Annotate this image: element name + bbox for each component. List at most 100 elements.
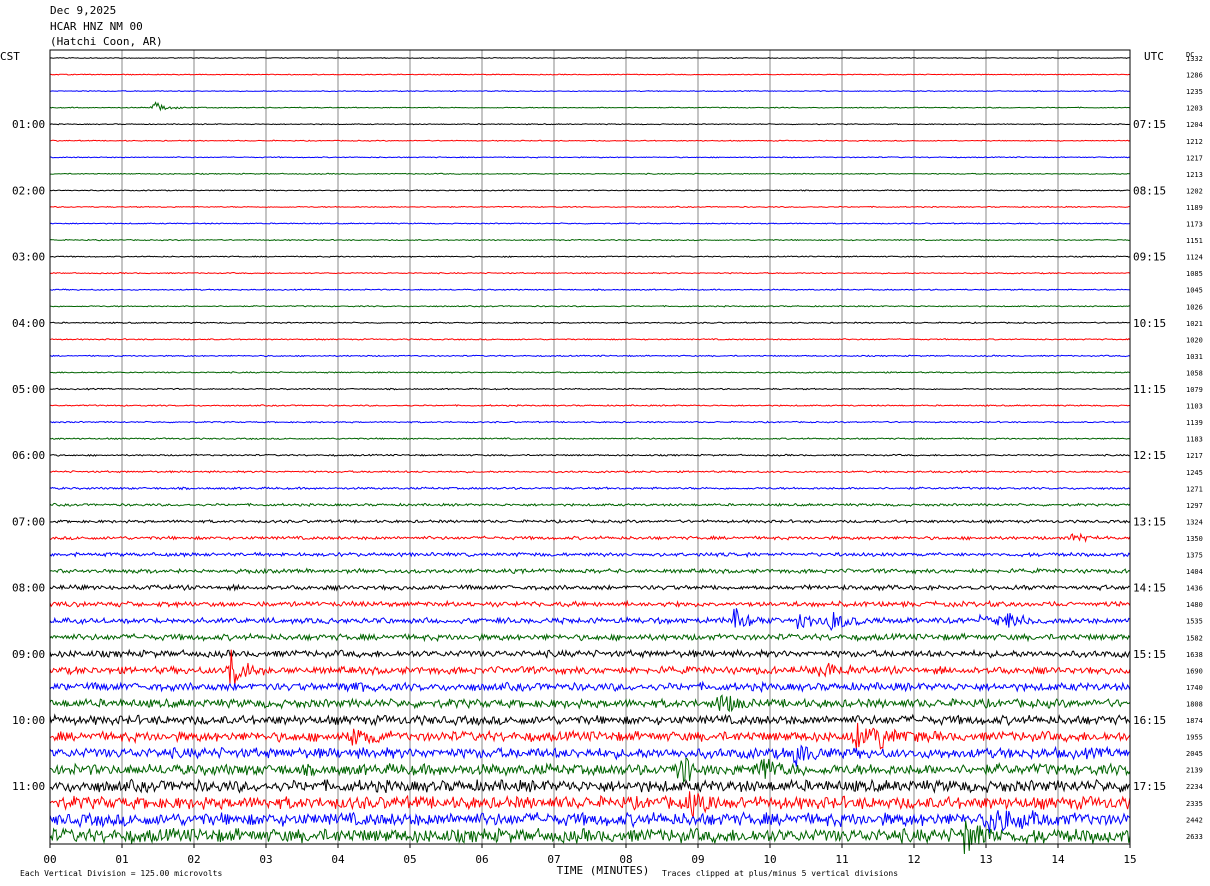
dc-value: 1103 <box>1186 403 1203 411</box>
utc-label: UTC <box>1144 50 1164 63</box>
dc-value: 2234 <box>1186 783 1203 791</box>
trace-row <box>49 502 1131 508</box>
x-tick-label: 05 <box>403 853 416 866</box>
cst-hour-label: 05:00 <box>12 383 45 396</box>
trace-row <box>49 757 1131 784</box>
trace-row <box>49 189 1131 192</box>
dc-value: 1808 <box>1186 700 1203 708</box>
trace-row <box>49 90 1131 93</box>
trace-row <box>49 139 1131 142</box>
trace-row <box>49 123 1131 126</box>
dc-value: 1058 <box>1186 369 1203 377</box>
x-tick-label: 01 <box>115 853 128 866</box>
dc-value: 1535 <box>1186 618 1203 626</box>
dc-value: 1085 <box>1186 270 1203 278</box>
trace-row <box>49 469 1131 474</box>
trace-row <box>49 304 1131 308</box>
x-axis-label: TIME (MINUTES) <box>557 864 650 877</box>
cst-hour-label: 01:00 <box>12 118 45 131</box>
dc-value: 1690 <box>1186 667 1203 675</box>
x-tick-label: 12 <box>907 853 920 866</box>
dc-value: 1638 <box>1186 651 1203 659</box>
trace-row <box>49 404 1130 407</box>
dc-value: 1245 <box>1186 469 1203 477</box>
dc-value: 1271 <box>1186 485 1203 493</box>
trace-row <box>49 238 1131 242</box>
utc-hour-label: 17:15 <box>1133 780 1166 793</box>
dc-value: 1202 <box>1186 187 1203 195</box>
dc-value: 1020 <box>1186 336 1203 344</box>
utc-hour-label: 14:15 <box>1133 582 1166 595</box>
cst-hour-label: 02:00 <box>12 184 45 197</box>
x-tick-label: 15 <box>1123 853 1136 866</box>
trace-row <box>49 354 1131 358</box>
trace-row <box>49 387 1131 391</box>
x-tick-label: 11 <box>835 853 848 866</box>
dc-value: 1079 <box>1186 386 1203 394</box>
utc-hour-label: 08:15 <box>1133 184 1166 197</box>
trace-row <box>49 156 1131 159</box>
x-tick-label: 10 <box>763 853 776 866</box>
footer-clip-note: Traces clipped at plus/minus 5 vertical … <box>662 869 898 878</box>
footer-scale-note: Each Vertical Division = 125.00 microvol… <box>20 869 222 878</box>
trace-row <box>49 599 1131 609</box>
dc-value: 1332 <box>1186 55 1203 63</box>
dc-value: 1404 <box>1186 568 1203 576</box>
cst-hour-label: 11:00 <box>12 780 45 793</box>
dc-value: 1045 <box>1186 287 1203 295</box>
dc-value: 1212 <box>1186 138 1203 146</box>
dc-value: 1021 <box>1186 320 1203 328</box>
helicorder-plot: CST UTC DC01:00 07:1502:00 08:1503:00 09:1504… <box>0 49 1203 878</box>
trace-row <box>49 713 1131 727</box>
trace-row <box>49 791 1131 818</box>
dc-value: 1297 <box>1186 502 1203 510</box>
trace-row <box>49 583 1131 592</box>
seismic-traces <box>49 56 1131 855</box>
utc-hour-label: 16:15 <box>1133 714 1166 727</box>
utc-hour-label: 07:15 <box>1133 118 1166 131</box>
x-tick-label: 14 <box>1051 853 1065 866</box>
cst-hour-label: 09:00 <box>12 648 45 661</box>
cst-hour-label: 06:00 <box>12 449 45 462</box>
utc-hour-label: 10:15 <box>1133 317 1166 330</box>
trace-row <box>49 632 1131 643</box>
utc-hour-label: 15:15 <box>1133 648 1166 661</box>
x-tick-label: 13 <box>979 853 992 866</box>
dc-value: 1582 <box>1186 634 1203 642</box>
dc-value: 2045 <box>1186 750 1203 758</box>
cst-hour-label: 10:00 <box>12 714 45 727</box>
trace-row <box>49 820 1131 855</box>
trace-row <box>49 255 1131 258</box>
x-tick-label: 02 <box>187 853 200 866</box>
dc-value: 1235 <box>1186 88 1203 96</box>
trace-row <box>49 56 1130 60</box>
dc-value: 1874 <box>1186 717 1203 725</box>
cst-hour-label: 08:00 <box>12 582 45 595</box>
dc-value: 1213 <box>1186 171 1203 179</box>
dc-value: 1740 <box>1186 684 1203 692</box>
trace-row <box>49 722 1131 750</box>
dc-value: 1955 <box>1186 734 1203 742</box>
trace-row <box>49 551 1131 558</box>
trace-row <box>49 437 1131 441</box>
trace-row <box>49 680 1131 694</box>
utc-hour-label: 11:15 <box>1133 383 1166 396</box>
trace-row <box>49 420 1130 424</box>
dc-value: 1350 <box>1186 535 1203 543</box>
cst-hour-label: 04:00 <box>12 317 45 330</box>
x-tick-label: 00 <box>43 853 56 866</box>
trace-row <box>49 371 1131 374</box>
plot-frame <box>49 49 1131 845</box>
utc-hour-label: 12:15 <box>1133 449 1166 462</box>
trace-row <box>49 271 1131 275</box>
dc-value: 1217 <box>1186 452 1203 460</box>
trace-row <box>49 486 1131 491</box>
dc-value: 1375 <box>1186 552 1203 560</box>
trace-row <box>49 648 1131 659</box>
trace-row <box>49 567 1131 575</box>
trace-row <box>50 172 1131 175</box>
dc-value: 1204 <box>1186 121 1203 129</box>
dc-value: 1203 <box>1186 105 1203 113</box>
trace-row <box>49 778 1131 794</box>
dc-value: 1124 <box>1186 254 1203 262</box>
